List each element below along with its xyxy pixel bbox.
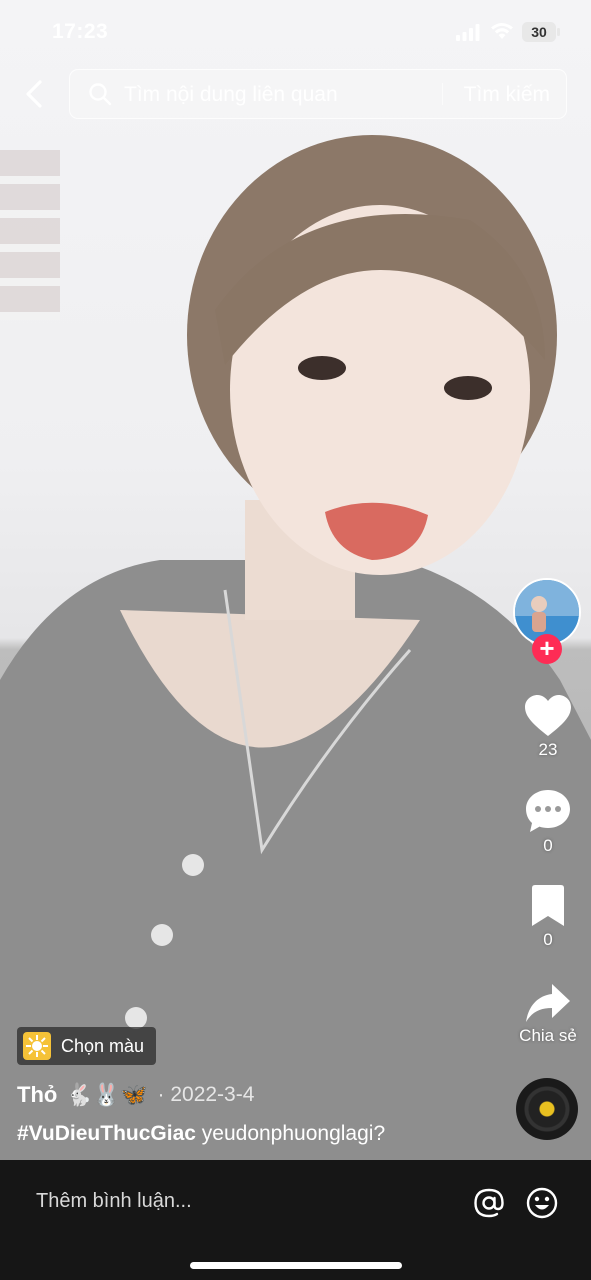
mention-icon[interactable] <box>472 1186 506 1220</box>
search-icon <box>89 83 112 106</box>
share-arrow-icon <box>526 984 570 1022</box>
sparkle-icon <box>23 1032 51 1060</box>
video-screen: 17:23 30 Tìm nội dung liên quan Tìm kiếm <box>0 0 591 1280</box>
effect-label: Chọn màu <box>61 1035 145 1056</box>
author-name[interactable]: Thỏ <box>17 1082 57 1108</box>
post-caption: #VuDieuThucGiac yeudonphuonglagi? <box>17 1122 385 1146</box>
search-submit-button[interactable]: Tìm kiếm <box>464 83 550 107</box>
bookmark-icon <box>532 885 564 926</box>
share-button[interactable]: Chia sẻ <box>510 982 586 1046</box>
hashtag-link[interactable]: #VuDieuThucGiac <box>17 1122 196 1145</box>
heart-icon <box>525 695 571 736</box>
like-count: 23 <box>538 740 558 759</box>
status-bar: 17:23 30 <box>0 0 591 64</box>
search-divider <box>442 83 443 105</box>
post-date: · 2022-3-4 <box>157 1083 255 1106</box>
emoji-icon[interactable] <box>525 1186 559 1220</box>
effect-chip[interactable]: Chọn màu <box>17 1027 157 1065</box>
comment-count: 0 <box>543 836 553 855</box>
save-button[interactable]: 0 <box>510 884 586 950</box>
wifi-icon <box>491 22 513 39</box>
music-disc-button[interactable] <box>516 1078 578 1140</box>
search-bar[interactable]: Tìm nội dung liên quan Tìm kiếm <box>69 69 567 119</box>
comment-input[interactable]: Thêm bình luận... <box>36 1190 192 1213</box>
caption-text: yeudonphuonglagi? <box>201 1122 386 1145</box>
save-count: 0 <box>543 930 553 949</box>
follow-button[interactable]: + <box>532 634 562 664</box>
author-emoji: 🐇🐰🦋 <box>65 1082 148 1107</box>
comment-bar: Thêm bình luận... <box>0 1160 591 1280</box>
share-label: Chia sẻ <box>519 1026 577 1045</box>
back-button[interactable] <box>18 76 54 112</box>
comment-button[interactable]: 0 <box>510 788 586 856</box>
status-time: 17:23 <box>52 20 109 43</box>
comment-bubble-icon <box>526 790 570 832</box>
battery-percent: 30 <box>531 24 547 40</box>
home-indicator[interactable] <box>190 1262 402 1269</box>
search-input[interactable]: Tìm nội dung liên quan <box>124 83 338 107</box>
like-button[interactable]: 23 <box>510 694 586 760</box>
video-subject-illustration <box>0 135 591 1160</box>
author-line: Thỏ 🐇🐰🦋 · 2022-3-4 <box>17 1082 254 1108</box>
cellular-signal-icon <box>456 24 480 41</box>
